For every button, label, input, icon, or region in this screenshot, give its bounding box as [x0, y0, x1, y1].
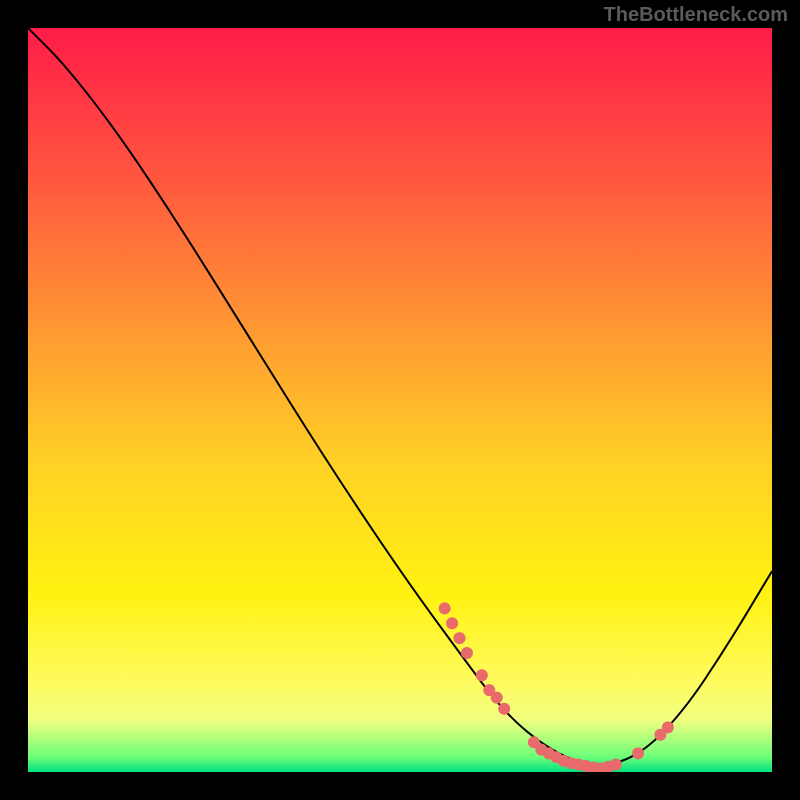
bottleneck-curve	[28, 28, 772, 765]
curve-layer	[28, 28, 772, 772]
data-points-group	[439, 602, 674, 772]
data-point	[439, 602, 451, 614]
data-point	[498, 703, 510, 715]
data-point	[610, 759, 622, 771]
chart-container: TheBottleneck.com	[0, 0, 800, 800]
plot-area	[28, 28, 772, 772]
data-point	[632, 747, 644, 759]
data-point	[491, 692, 503, 704]
data-point	[662, 721, 674, 733]
data-point	[454, 632, 466, 644]
data-point	[476, 669, 488, 681]
watermark-text: TheBottleneck.com	[604, 4, 788, 27]
data-point	[461, 647, 473, 659]
data-point	[446, 617, 458, 629]
